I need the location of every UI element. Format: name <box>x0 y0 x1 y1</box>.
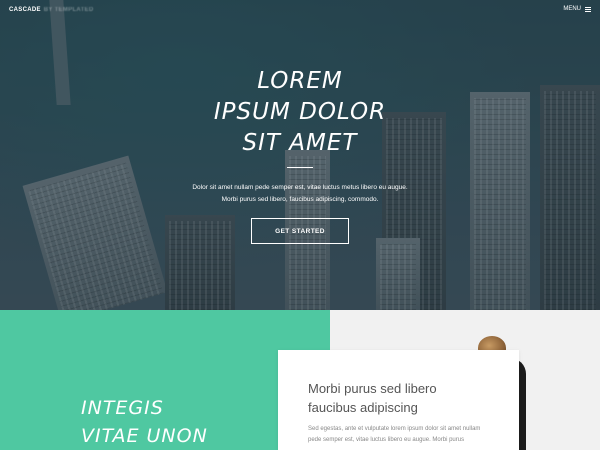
brand-name: CASCADE <box>9 7 41 13</box>
site-logo[interactable]: CASCADE BY TEMPLATED <box>9 7 94 13</box>
hero-section: CASCADE BY TEMPLATED MENU LOREM IPSUM DOL… <box>0 0 600 310</box>
hero-headline: LOREM IPSUM DOLOR SIT AMET <box>150 66 450 159</box>
card-title-line: Morbi purus sed libero <box>308 381 437 396</box>
hero-headline-line: IPSUM DOLOR <box>213 99 387 125</box>
brand-subtitle: BY TEMPLATED <box>43 7 94 13</box>
hamburger-icon <box>585 6 591 12</box>
hero-lead-line: Dolor sit amet nullam pede semper est, v… <box>192 184 408 191</box>
card-text-line: Sed egestas, ante et vulputate lorem ips… <box>308 426 481 432</box>
get-started-button[interactable]: GET STARTED <box>251 218 349 244</box>
menu-label: MENU <box>563 6 581 12</box>
hero-divider <box>287 167 313 168</box>
card-text: Sed egestas, ante et vulputate lorem ips… <box>308 424 508 446</box>
card-title-line: faucibus adipiscing <box>308 400 418 415</box>
card-title: Morbi purus sed libero faucibus adipisci… <box>308 379 508 417</box>
menu-button[interactable]: MENU <box>563 6 591 12</box>
section-heading-line: INTEGIS <box>81 397 164 419</box>
hero-headline-line: SIT AMET <box>242 130 358 156</box>
content-card: Morbi purus sed libero faucibus adipisci… <box>278 350 519 450</box>
card-text-line: pede semper est, vitae luctus libero eu … <box>308 437 465 443</box>
section-heading: INTEGIS VITAE UNON <box>81 394 208 450</box>
hero-lead-line: Morbi purus sed libero, faucibus adipisc… <box>221 196 379 203</box>
hero-headline-line: LOREM <box>257 68 343 94</box>
hero-lead: Dolor sit amet nullam pede semper est, v… <box>150 182 450 206</box>
section-heading-line: VITAE UNON <box>81 425 208 447</box>
